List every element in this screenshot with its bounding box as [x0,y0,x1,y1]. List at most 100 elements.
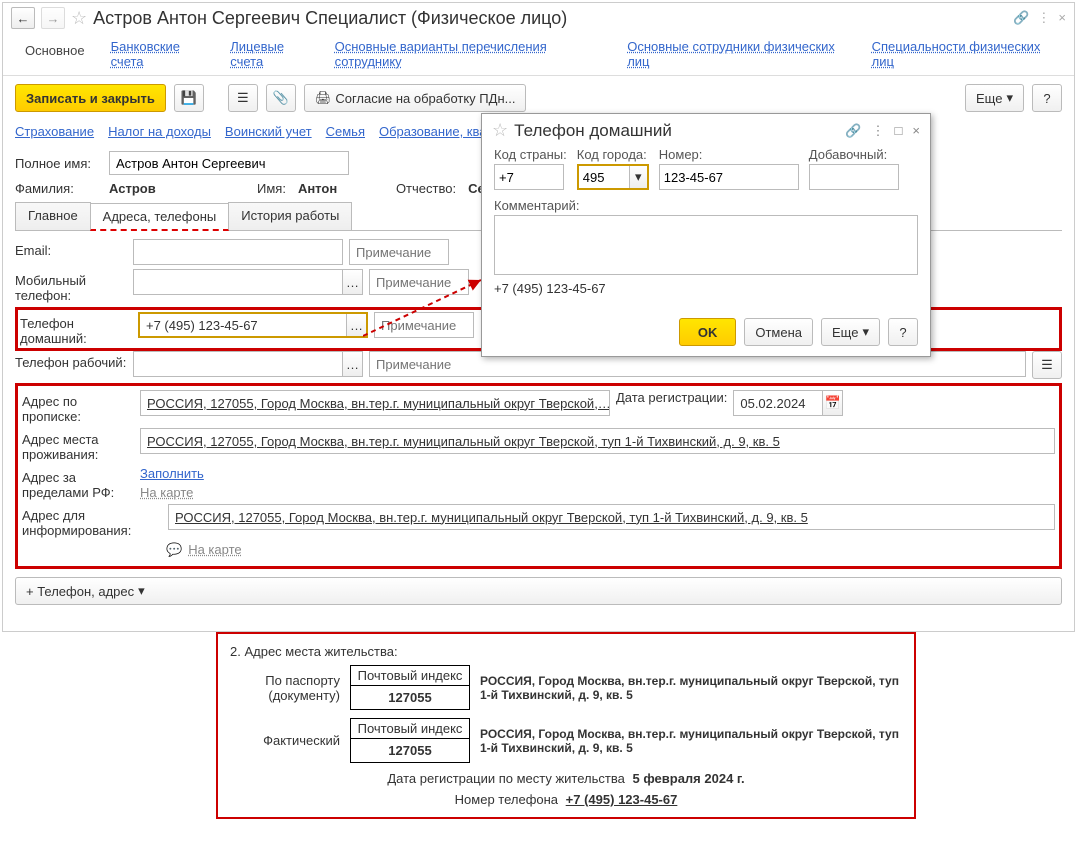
country-input[interactable] [494,164,564,190]
info-addr-label: Адрес для информирования: [22,504,162,538]
work-phone-label: Телефон рабочий: [15,351,127,370]
close-icon[interactable]: × [1058,10,1066,26]
name-label: Имя: [257,181,286,196]
nav-personal[interactable]: Лицевые счета [230,39,318,69]
index-value-1: 127055 [351,686,469,709]
live-addr-label: Адрес места проживания: [22,428,134,462]
mobile-dots[interactable]: … [342,270,362,294]
actual-label: Фактический [230,733,340,748]
sub-family[interactable]: Семья [326,124,365,139]
popup-favorite-icon[interactable]: ☆ [492,120,508,141]
number-label: Номер: [659,147,799,162]
passport-label: По паспорту (документу) [230,673,340,703]
save-close-button[interactable]: Записать и закрыть [15,84,166,112]
tab-main[interactable]: Главное [15,202,91,230]
popup-menu-icon[interactable]: ⋮ [872,123,885,139]
tab-history[interactable]: История работы [228,202,352,230]
email-label: Email: [15,239,127,258]
comment-input[interactable] [494,215,918,275]
work-phone-input[interactable]: … [133,351,363,377]
surname-value: Астров [109,181,249,196]
sub-education[interactable]: Образование, ква [379,124,486,139]
help-button[interactable]: ? [1032,84,1062,112]
popup-max-icon[interactable]: □ [895,123,903,139]
forward-button[interactable]: → [41,7,65,29]
nav-main[interactable]: Основное [15,39,95,69]
home-phone-label: Телефон домашний: [20,312,132,346]
mobile-input[interactable]: … [133,269,363,295]
nav-specialties[interactable]: Специальности физических лиц [872,39,1062,69]
popup-cancel-button[interactable]: Отмена [744,318,813,346]
tab-addresses[interactable]: Адреса, телефоны [90,203,230,231]
surname-label: Фамилия: [15,181,101,196]
add-contact-button[interactable]: + Телефон, адрес ▾ [15,577,1062,605]
number-input[interactable] [659,164,799,190]
popup-close-icon[interactable]: × [912,123,920,139]
menu-icon[interactable]: ⋮ [1037,10,1050,26]
save-button[interactable]: 💾 [174,84,204,112]
list-button[interactable]: ☰ [228,84,258,112]
snippet-heading: 2. Адрес места жительства: [230,644,902,659]
mobile-label: Мобильный телефон: [15,269,127,303]
reg-prefix: Дата регистрации по месту жительства [387,771,625,786]
back-button[interactable]: ← [11,7,35,29]
sub-military[interactable]: Воинский учет [225,124,312,139]
ext-label: Добавочный: [809,147,899,162]
nav-transfer[interactable]: Основные варианты перечисления сотрудник… [335,39,612,69]
passport-address: РОССИЯ, Город Москва, вн.тер.г. муниципа… [480,674,902,702]
abroad-addr-label: Адрес за пределами РФ: [22,466,134,500]
more-button[interactable]: Еще ▾ [965,84,1024,112]
home-phone-dots[interactable]: … [346,314,366,336]
reg-date-input[interactable]: 05.02.2024📅 [733,390,843,416]
home-phone-note[interactable] [374,312,474,338]
fill-link[interactable]: Заполнить [140,466,204,481]
nav-links: Основное Банковские счета Лицевые счета … [3,33,1074,76]
consent-button[interactable]: 🖨 Согласие на обработку ПДн... [304,84,527,112]
index-label-2: Почтовый индекс [351,719,469,739]
reg-date-label: Дата регистрации: [616,390,727,405]
phone-display: +7 (495) 123-45-67 [494,281,918,296]
chat-icon: 💬 [166,542,182,558]
phone-value: +7 (495) 123-45-67 [566,792,678,807]
sub-insurance[interactable]: Страхование [15,124,94,139]
nav-bank[interactable]: Банковские счета [111,39,215,69]
mobile-note[interactable] [369,269,469,295]
nav-employees[interactable]: Основные сотрудники физических лиц [627,39,855,69]
reg-addr-input[interactable]: РОССИЯ, 127055, Город Москва, вн.тер.г. … [140,390,610,416]
ext-input[interactable] [809,164,899,190]
city-label: Код города: [577,147,649,162]
phone-prefix: Номер телефона [455,792,558,807]
popup-help-button[interactable]: ? [888,318,918,346]
popup-ok-button[interactable]: OK [679,318,737,346]
calendar-icon[interactable]: 📅 [822,391,842,415]
on-map-link-1[interactable]: На карте [140,485,204,500]
patronymic-label: Отчество: [396,181,456,196]
city-input[interactable]: ▾ [577,164,649,190]
popup-title: Телефон домашний [514,121,672,141]
popup-more-button[interactable]: Еще ▾ [821,318,880,346]
attach-button[interactable]: 📎 [266,84,296,112]
name-value: Антон [298,181,388,196]
on-map-link-2[interactable]: На карте [188,542,241,557]
index-label-1: Почтовый индекс [351,666,469,686]
popup-link-icon[interactable]: 🔗 [845,123,861,139]
actual-address: РОССИЯ, Город Москва, вн.тер.г. муниципа… [480,727,902,755]
comment-label: Комментарий: [494,198,918,213]
sub-tax[interactable]: Налог на доходы [108,124,211,139]
favorite-icon[interactable]: ☆ [71,8,87,29]
index-value-2: 127055 [351,739,469,762]
list-toggle[interactable]: ☰ [1032,351,1062,379]
fullname-label: Полное имя: [15,156,101,171]
work-phone-dots[interactable]: … [342,352,362,376]
city-dropdown[interactable]: ▾ [629,166,647,188]
home-phone-input[interactable]: +7 (495) 123-45-67… [138,312,368,338]
window-title: Астров Антон Сергеевич Специалист (Физич… [93,8,567,29]
link-icon[interactable]: 🔗 [1013,10,1029,26]
phone-popup: ☆ Телефон домашний 🔗 ⋮ □ × Код страны: К… [481,113,931,357]
info-addr-input[interactable]: РОССИЯ, 127055, Город Москва, вн.тер.г. … [168,504,1055,530]
live-addr-input[interactable]: РОССИЯ, 127055, Город Москва, вн.тер.г. … [140,428,1055,454]
country-label: Код страны: [494,147,567,162]
email-note[interactable] [349,239,449,265]
fullname-input[interactable] [109,151,349,175]
reg-date-text: 5 февраля 2024 г. [632,771,744,786]
